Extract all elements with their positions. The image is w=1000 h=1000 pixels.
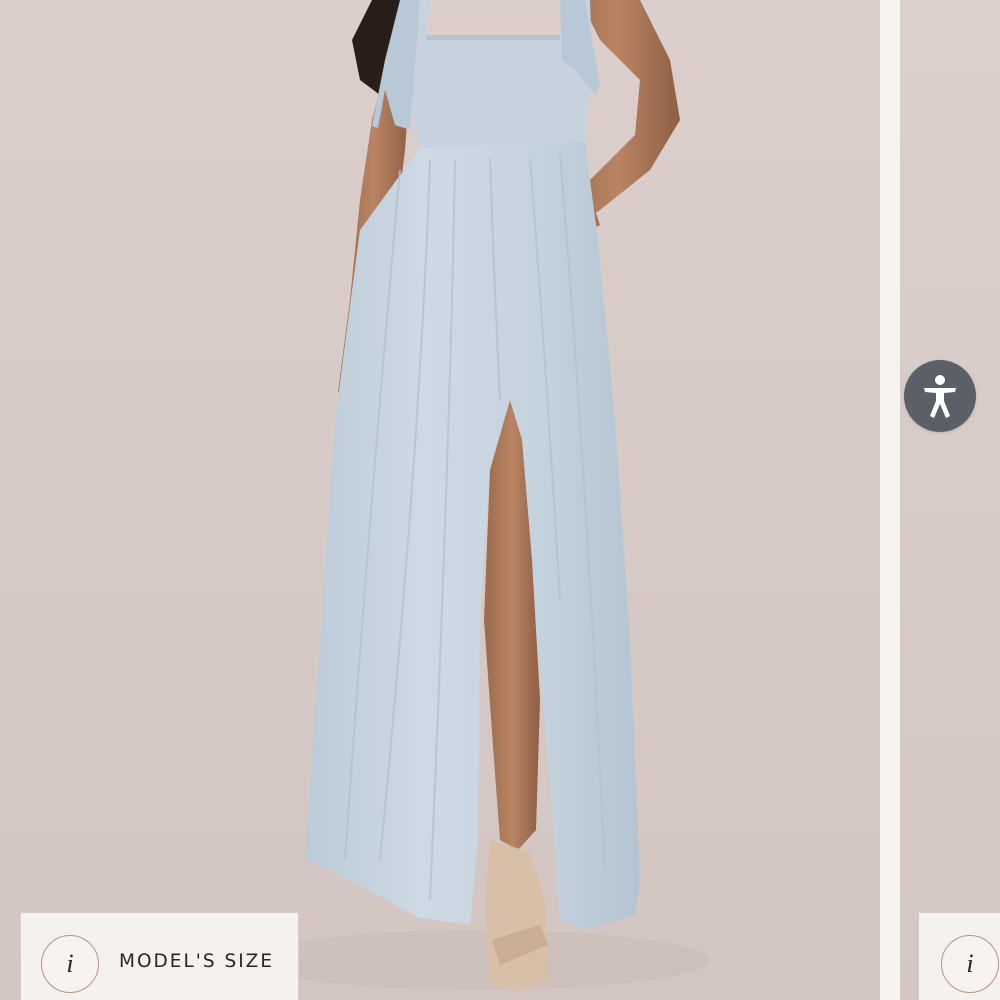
product-photo — [250, 0, 710, 992]
info-icon: i — [41, 935, 99, 993]
accessibility-person-icon — [924, 375, 956, 418]
next-product-image-slide[interactable] — [900, 0, 1000, 1000]
models-size-button[interactable]: i MODEL'S SIZE — [20, 912, 299, 1000]
info-icon: i — [941, 935, 999, 993]
accessibility-button[interactable] — [904, 360, 976, 432]
product-image-slide[interactable]: i MODEL'S SIZE — [0, 0, 880, 1000]
next-models-size-button[interactable]: i — [918, 912, 1000, 1000]
models-size-label: MODEL'S SIZE — [119, 951, 275, 972]
slide-gutter — [880, 0, 900, 1000]
